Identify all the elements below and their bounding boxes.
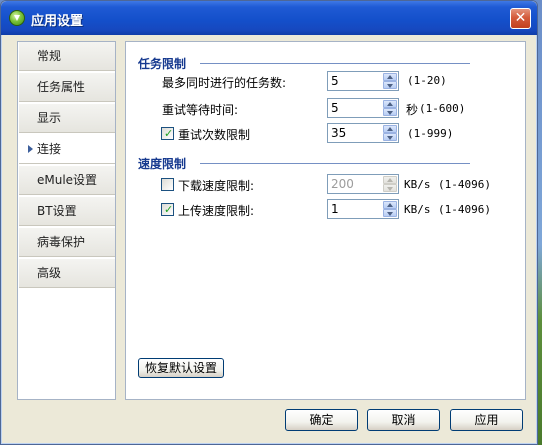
ok-button[interactable]: 确定 — [285, 409, 358, 431]
download-limit-unit: KB/s — [404, 178, 431, 191]
window-title: 应用设置 — [31, 14, 84, 29]
selected-arrow-icon — [28, 145, 33, 153]
upload-limit-checkbox[interactable]: ✓ — [161, 203, 174, 216]
restore-defaults-button[interactable]: 恢复默认设置 — [138, 358, 224, 378]
retry-wait-unit: 秒 — [406, 103, 419, 117]
upload-limit-unit: KB/s — [404, 203, 431, 216]
decrement-icon[interactable] — [383, 209, 397, 217]
nav-item-emule[interactable]: eMule设置 — [19, 166, 115, 195]
increment-icon[interactable] — [383, 73, 397, 81]
app-icon — [9, 10, 25, 26]
max-tasks-label: 最多同时进行的任务数: — [162, 76, 287, 90]
max-tasks-range: (1-20) — [407, 74, 447, 87]
upload-limit-range: (1-4096) — [438, 203, 491, 216]
settings-dialog: 应用设置 ✕ 常规 任务属性 显示 连接 eMule设置 BT设置 病毒保护 高… — [0, 0, 538, 445]
decrement-icon[interactable] — [383, 81, 397, 89]
upload-limit-label: 上传速度限制: — [178, 204, 255, 218]
nav-item-advanced[interactable]: 高级 — [19, 259, 115, 288]
max-tasks-value: 5 — [331, 74, 339, 88]
retry-count-range: (1-999) — [407, 127, 454, 140]
download-limit-stepper[interactable]: 200 — [327, 174, 399, 194]
nav-item-label: 连接 — [37, 142, 62, 156]
retry-count-checkbox[interactable]: ✓ — [161, 127, 174, 140]
upload-limit-value: 1 — [331, 202, 339, 216]
download-limit-checkbox[interactable] — [161, 178, 174, 191]
download-limit-range: (1-4096) — [438, 178, 491, 191]
decrement-icon[interactable] — [383, 133, 397, 141]
retry-count-stepper[interactable]: 35 — [327, 123, 399, 143]
nav-item-display[interactable]: 显示 — [19, 104, 115, 133]
decrement-icon[interactable] — [383, 108, 397, 116]
settings-nav: 常规 任务属性 显示 连接 eMule设置 BT设置 病毒保护 高级 — [17, 41, 116, 400]
checkmark-icon: ✓ — [164, 203, 174, 216]
nav-item-connection[interactable]: 连接 — [19, 135, 115, 164]
retry-wait-value: 5 — [331, 101, 339, 115]
checkmark-icon: ✓ — [164, 127, 174, 140]
title-bar[interactable]: 应用设置 ✕ — [1, 1, 537, 35]
download-limit-value: 200 — [331, 177, 354, 191]
nav-item-virus-protection[interactable]: 病毒保护 — [19, 228, 115, 257]
increment-icon[interactable] — [383, 100, 397, 108]
max-tasks-stepper[interactable]: 5 — [327, 71, 399, 91]
settings-panel: 任务限制 最多同时进行的任务数: 5 (1-20) 重试等待时间: 5 秒 (1… — [125, 41, 526, 400]
retry-count-value: 35 — [331, 126, 347, 140]
upload-limit-stepper[interactable]: 1 — [327, 199, 399, 219]
speed-limits-title: 速度限制 — [138, 157, 187, 171]
group-divider — [200, 63, 470, 64]
increment-icon[interactable] — [383, 125, 397, 133]
task-limits-title: 任务限制 — [138, 57, 187, 71]
decrement-icon[interactable] — [383, 184, 397, 192]
close-icon[interactable]: ✕ — [510, 8, 531, 29]
nav-item-bt[interactable]: BT设置 — [19, 197, 115, 226]
increment-icon[interactable] — [383, 201, 397, 209]
apply-button[interactable]: 应用 — [450, 409, 523, 431]
retry-wait-stepper[interactable]: 5 — [327, 98, 399, 118]
group-divider — [200, 163, 470, 164]
nav-item-task-properties[interactable]: 任务属性 — [19, 73, 115, 102]
retry-wait-range: (1-600) — [419, 102, 466, 115]
download-limit-label: 下载速度限制: — [178, 179, 255, 193]
nav-item-general[interactable]: 常规 — [19, 42, 115, 71]
increment-icon[interactable] — [383, 176, 397, 184]
retry-wait-label: 重试等待时间: — [162, 103, 239, 117]
cancel-button[interactable]: 取消 — [367, 409, 440, 431]
retry-count-label: 重试次数限制 — [178, 128, 251, 142]
